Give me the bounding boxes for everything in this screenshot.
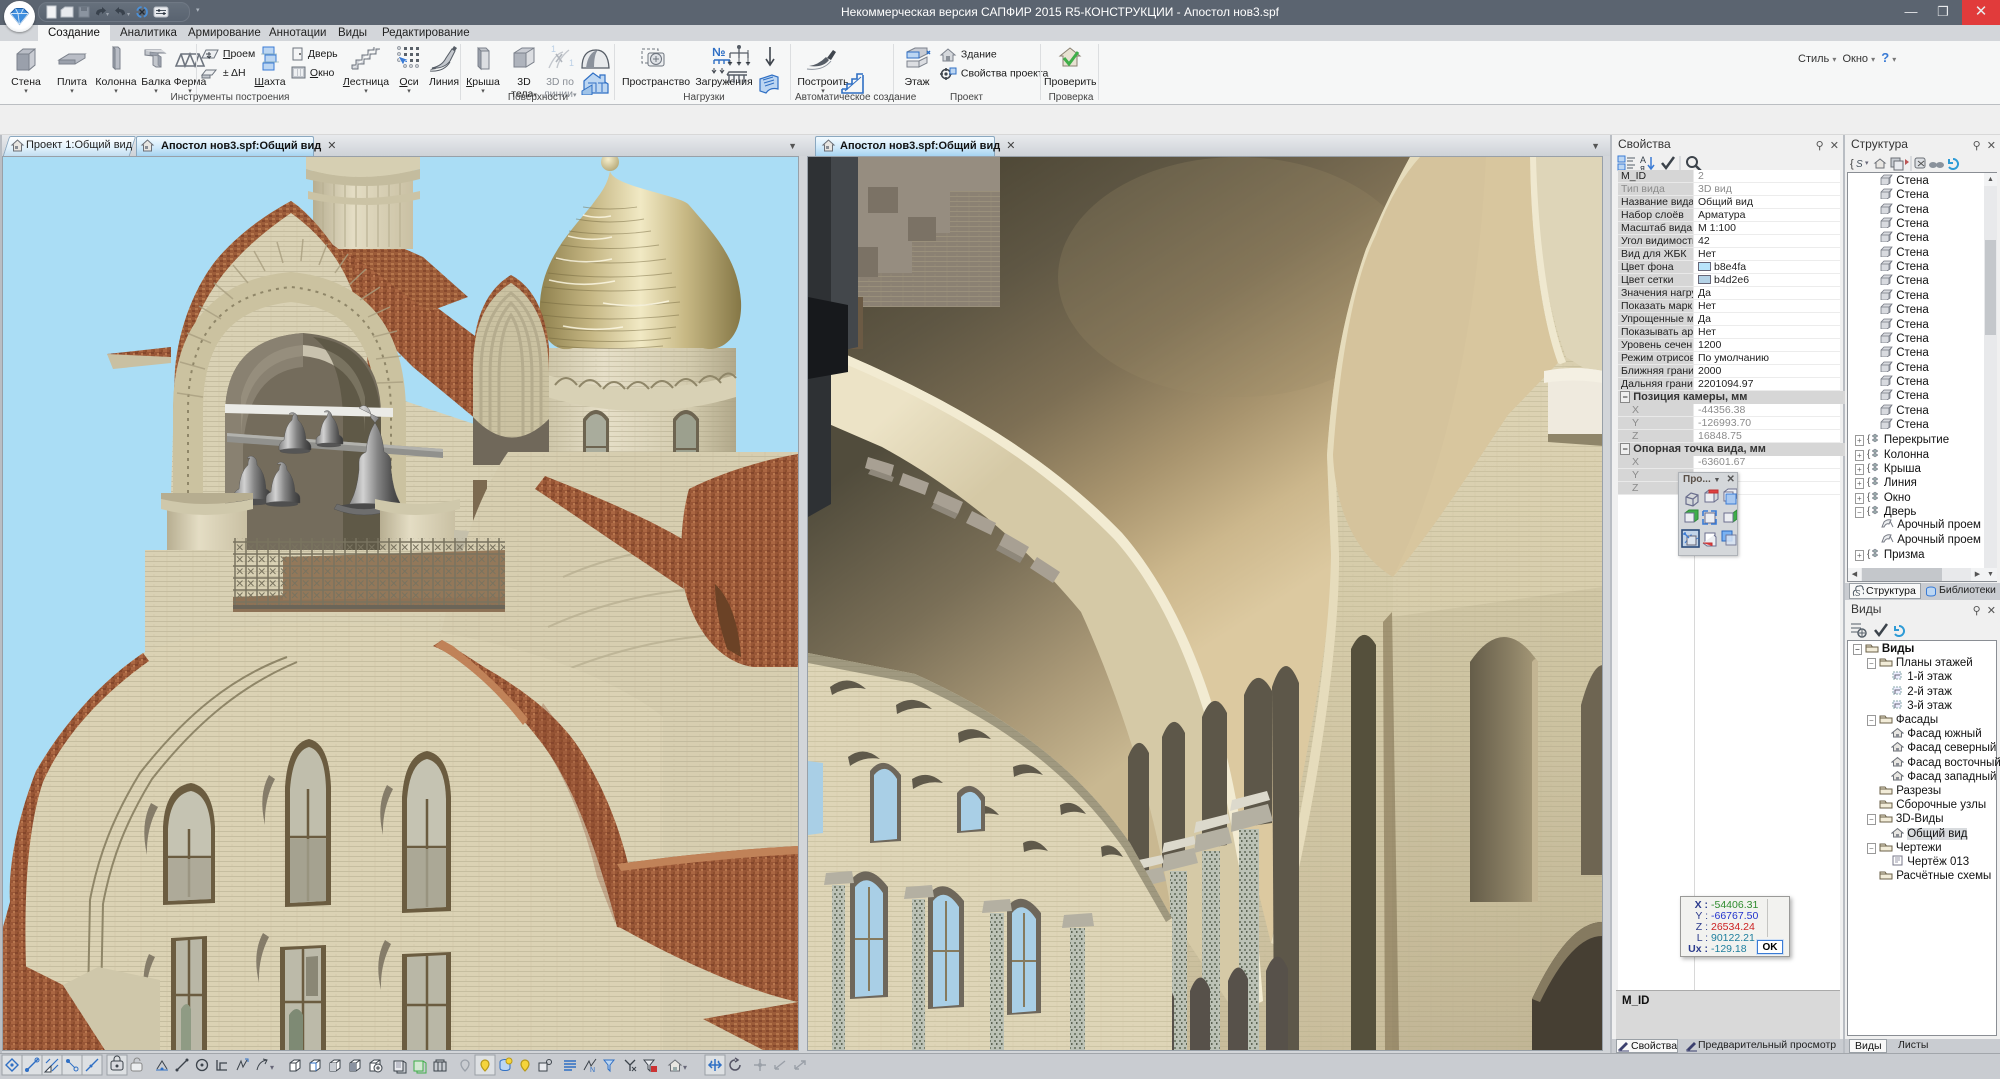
svg-text:1: 1 [569, 58, 574, 68]
svg-text:{: { [1867, 506, 1871, 516]
svg-text:{: { [1867, 549, 1871, 559]
svg-text:{: { [1867, 434, 1871, 444]
svg-text:{: { [1867, 492, 1871, 502]
svg-text:1: 1 [551, 44, 556, 54]
svg-text:N: N [590, 1067, 595, 1074]
svg-text:{: { [1867, 477, 1871, 487]
svg-text:▾: ▾ [106, 12, 109, 18]
svg-text:▾: ▾ [1865, 160, 1869, 167]
svg-text:▾: ▾ [270, 1063, 274, 1072]
svg-text:S: S [1856, 159, 1863, 170]
svg-text:S: S [1855, 589, 1861, 598]
svg-text:▾: ▾ [127, 12, 130, 18]
svg-text:{: { [1867, 463, 1871, 473]
svg-text:{: { [1850, 158, 1854, 170]
svg-text:{: { [1867, 449, 1871, 459]
svg-text:▾: ▾ [683, 1063, 687, 1072]
